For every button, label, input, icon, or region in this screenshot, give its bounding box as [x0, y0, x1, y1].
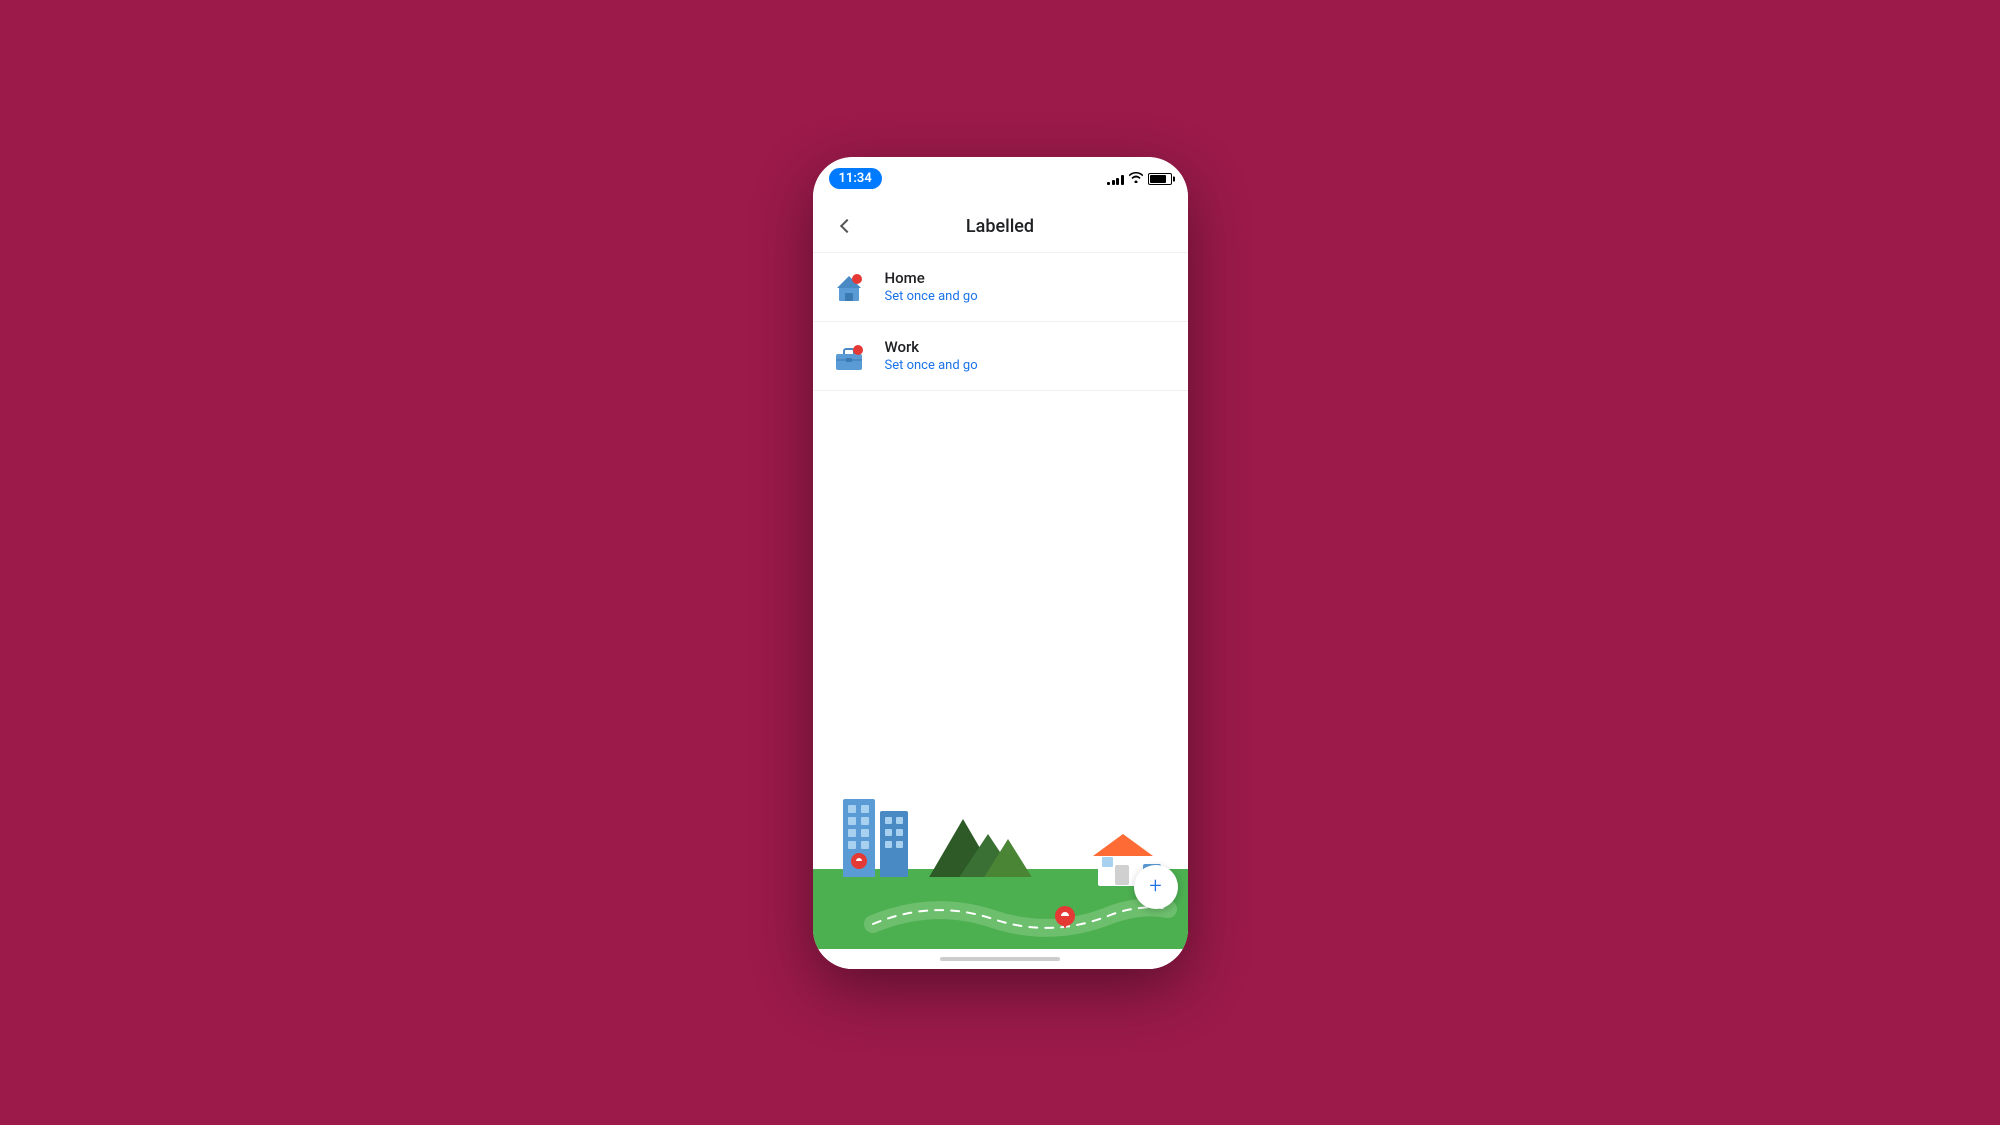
home-icon [829, 267, 869, 307]
content-area: Home Set once and go [813, 253, 1188, 969]
add-label-fab[interactable]: + [1134, 865, 1178, 909]
empty-content [813, 391, 1188, 789]
wifi-icon [1129, 172, 1143, 186]
illustration-svg [813, 789, 1188, 949]
home-indicator [813, 949, 1188, 969]
signal-icon [1107, 173, 1124, 185]
back-chevron-icon [839, 219, 853, 233]
plus-icon: + [1149, 876, 1161, 898]
work-icon [829, 336, 869, 376]
work-item-text: Work Set once and go [885, 338, 978, 373]
work-list-item[interactable]: Work Set once and go [813, 322, 1188, 391]
home-bar [940, 957, 1060, 961]
work-item-title: Work [885, 338, 978, 356]
home-item-title: Home [885, 269, 978, 287]
header: Labelled [813, 201, 1188, 253]
status-time: 11:34 [829, 168, 882, 189]
home-list-item[interactable]: Home Set once and go [813, 253, 1188, 322]
battery-icon [1148, 173, 1172, 185]
home-item-text: Home Set once and go [885, 269, 978, 304]
bottom-illustration: + [813, 789, 1188, 949]
home-item-subtitle: Set once and go [885, 289, 978, 304]
status-bar: 11:34 [813, 157, 1188, 201]
phone-frame: 11:34 Labelled [813, 157, 1188, 969]
back-button[interactable] [829, 208, 865, 244]
work-item-subtitle: Set once and go [885, 358, 978, 373]
status-icons [1107, 172, 1172, 186]
page-title: Labelled [865, 216, 1136, 237]
